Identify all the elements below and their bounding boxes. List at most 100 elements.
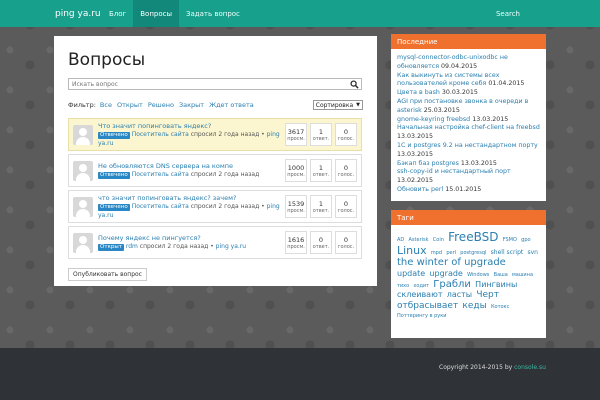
author-link[interactable]: Посетитель сайта — [132, 171, 189, 178]
answers-count: 1 — [318, 127, 324, 136]
votes-counter: 0 голос. — [335, 195, 357, 218]
tag-link[interactable]: update — [397, 269, 425, 278]
tag-link[interactable]: perl — [446, 250, 456, 256]
tag-link[interactable]: Ваша — [494, 272, 508, 278]
copyright-link[interactable]: console.su — [514, 364, 546, 371]
recent-item: ssh-copy-id и нестандартный порт 13.02.2… — [397, 168, 540, 186]
author-link[interactable]: Посетитель сайта — [132, 203, 189, 210]
answers-counter: 0 ответ. — [310, 231, 332, 254]
question-title-link[interactable]: что значит попинговать яндекс? зачем? — [98, 194, 282, 202]
nav-item-questions[interactable]: Вопросы — [133, 0, 180, 27]
tag-link[interactable]: postgresql — [460, 250, 486, 256]
views-label: просм. — [287, 171, 305, 178]
recent-item-link[interactable]: gnome-keyring freebsd — [397, 116, 470, 123]
tag-link[interactable]: gpo — [521, 237, 530, 243]
question-row: что значит попинговать яндекс? зачем? От… — [68, 190, 362, 223]
votes-count: 0 — [343, 127, 349, 136]
filter-all[interactable]: Все — [100, 101, 112, 109]
nav-item-ask-question[interactable]: Задать вопрос — [179, 0, 247, 27]
answers-counter: 1 ответ. — [310, 123, 332, 146]
recent-panel-title: Последние — [391, 34, 546, 49]
status-badge[interactable]: Отвечено — [98, 172, 130, 179]
recent-item-date: 25.03.2015 — [423, 106, 460, 114]
author-link[interactable]: Посетитель сайта — [132, 131, 189, 138]
publish-question-button[interactable]: Опубликовать вопрос — [68, 268, 147, 281]
brand-link[interactable]: ping ya.ru — [0, 0, 102, 27]
filter-open[interactable]: Открыт — [117, 101, 143, 109]
tag-link[interactable]: the winter of upgrade — [397, 257, 506, 268]
votes-label: голос. — [337, 243, 355, 250]
question-meta: Открыт rdm спросил 2 года назад • ping y… — [98, 243, 246, 251]
tag-link[interactable]: Linux — [397, 244, 427, 257]
tag-link[interactable]: AD — [397, 237, 404, 243]
votes-count: 0 — [343, 199, 349, 208]
tag-link[interactable]: тихо — [397, 283, 409, 289]
tag-link[interactable]: shell script — [491, 249, 524, 256]
status-badge[interactable]: Отвечено — [98, 131, 130, 139]
question-row: Что значит попинговать яндекс? Отвечено … — [68, 118, 362, 151]
question-title-link[interactable]: Почему яндекс не пингуется? — [98, 234, 282, 242]
tag-link[interactable]: svn — [528, 249, 538, 256]
filter-solved[interactable]: Решено — [148, 101, 174, 109]
question-search-input[interactable] — [69, 79, 339, 89]
votes-counter: 0 голос. — [335, 123, 357, 146]
tag-link[interactable]: Asterisk — [409, 237, 429, 243]
recent-item-link[interactable]: AGI при постановке звонка в очереди в as… — [397, 98, 528, 114]
filter-closed[interactable]: Закрыт — [179, 101, 204, 109]
page-title: Вопросы — [68, 50, 146, 70]
recent-item-link[interactable]: Как выкинуть из системы всех пользовател… — [397, 72, 499, 88]
views-counter: 3617 просм. — [285, 123, 307, 146]
tag-link[interactable]: FreeBSD — [448, 230, 498, 244]
filter-label: Фильтр: — [68, 101, 96, 109]
sort-select[interactable]: Сортировка ▼ — [312, 100, 363, 110]
question-body: что значит попинговать яндекс? зачем? От… — [93, 194, 282, 220]
views-count: 1539 — [287, 199, 305, 208]
answers-count: 1 — [318, 199, 324, 208]
tag-link[interactable]: машина — [512, 272, 533, 278]
footer: Copyright 2014-2015 by console.su — [0, 348, 600, 400]
tag-link[interactable]: Поттерингу в руки — [397, 313, 447, 319]
question-title-link[interactable]: Что значит попинговать яндекс? — [98, 122, 282, 130]
views-count: 1616 — [287, 235, 305, 244]
nav-search-link[interactable]: Search — [496, 0, 520, 27]
tag-link[interactable]: Котокс — [491, 304, 509, 310]
votes-counter: 0 голос. — [335, 159, 357, 182]
copyright-text: Copyright 2014-2015 by — [439, 364, 513, 371]
question-meta-text: спросил 2 года назад — [190, 171, 260, 178]
question-stats: 1000 просм. 1 ответ. 0 голос. — [282, 159, 357, 182]
recent-item-date: 09.04.2015 — [441, 62, 478, 70]
question-meta: Отвечено Посетитель сайта спросил 2 года… — [98, 131, 280, 147]
tag-link[interactable]: upgrade — [429, 269, 462, 278]
tag-link[interactable]: Coin — [433, 237, 444, 243]
views-label: просм. — [287, 135, 305, 142]
site-link[interactable]: ping ya.ru — [216, 243, 246, 250]
tag-link[interactable]: FSMO — [503, 237, 517, 243]
votes-label: голос. — [337, 207, 355, 214]
filter-awaiting-answer[interactable]: Ждет ответа — [209, 101, 254, 109]
nav-item-blog[interactable]: Блог — [102, 0, 133, 27]
tag-link[interactable]: ласты — [447, 290, 472, 299]
question-title-link[interactable]: Не обновляются DNS сервера на компе — [98, 162, 282, 170]
recent-item: 1C и postgres 9.2 на нестандартном порту… — [397, 142, 540, 160]
recent-item: Обновить perl 15.01.2015 — [397, 186, 540, 195]
author-link[interactable]: rdm — [126, 243, 138, 250]
answers-label: ответ. — [312, 135, 330, 142]
tag-link[interactable]: ходит — [413, 283, 429, 289]
recent-item-link[interactable]: ssh-copy-id и нестандартный порт — [397, 168, 511, 175]
status-badge[interactable]: Открыт — [98, 244, 124, 251]
recent-item-link[interactable]: Цвета в bash — [397, 89, 440, 96]
recent-item-date: 13.02.2015 — [397, 177, 434, 185]
tag-link[interactable]: Грабли — [433, 279, 471, 290]
tag-link[interactable]: кеды — [462, 301, 486, 311]
search-icon[interactable] — [350, 80, 359, 89]
recent-item-link[interactable]: Бэкап баз postgres — [397, 160, 459, 167]
tag-link[interactable]: Windows — [467, 272, 489, 278]
status-badge[interactable]: Отвечено — [98, 203, 130, 211]
recent-item-link[interactable]: Начальная настройка chef-client на freeb… — [397, 124, 540, 131]
question-meta-text: спросил 2 года назад • — [190, 130, 265, 138]
recent-item-link[interactable]: Обновить perl — [397, 186, 443, 193]
avatar — [73, 196, 93, 217]
recent-item-link[interactable]: 1C и postgres 9.2 на нестандартном порту — [397, 142, 538, 149]
tag-link[interactable]: mpd — [431, 250, 442, 256]
avatar — [73, 160, 93, 181]
